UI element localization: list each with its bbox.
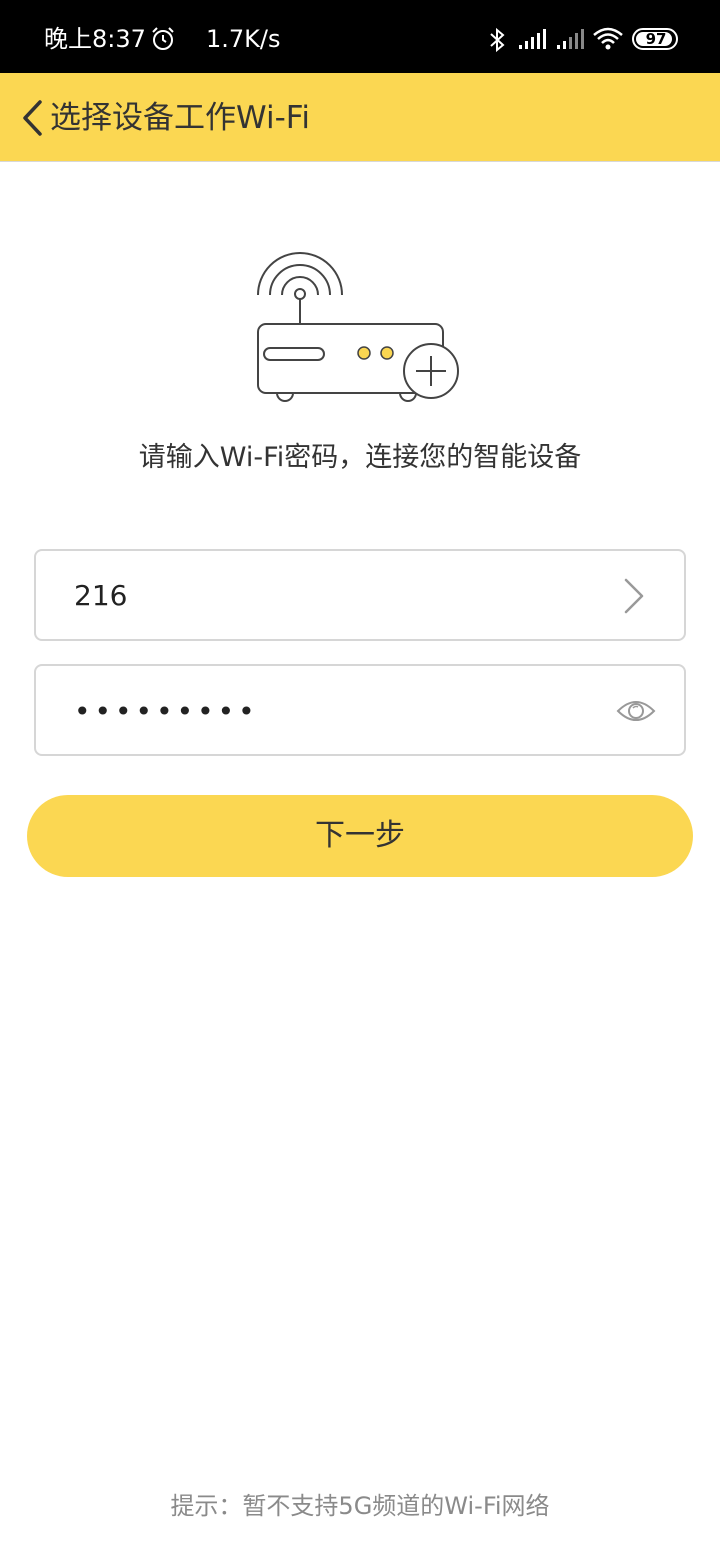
wifi-icon	[593, 27, 623, 50]
signal-icon	[519, 29, 546, 49]
app-bar: 选择设备工作Wi-Fi	[0, 73, 720, 162]
signal-icon	[557, 29, 584, 49]
battery-icon: 97	[632, 28, 678, 50]
wifi-ssid-selector[interactable]: 216	[34, 549, 686, 641]
status-bar: 晚上8:37 1.7K/s 97	[0, 0, 720, 73]
status-time: 晚上8:37	[44, 25, 146, 53]
page-title: 选择设备工作Wi-Fi	[50, 100, 310, 136]
router-icon	[257, 252, 459, 402]
bluetooth-icon	[490, 27, 505, 53]
footer-hint-text: 提示：暂不支持5G频道的Wi-Fi网络	[170, 1492, 550, 1520]
next-button[interactable]: 下一步	[27, 795, 693, 877]
alarm-icon	[152, 27, 174, 50]
connect-hint-text: 请输入Wi-Fi密码，连接您的智能设备	[138, 442, 582, 473]
battery-level-text: 97	[645, 30, 667, 48]
wifi-password-field	[34, 664, 686, 756]
eye-icon[interactable]	[616, 696, 656, 726]
wifi-ssid-value: 216	[74, 579, 128, 612]
wifi-password-input[interactable]	[74, 688, 594, 734]
chevron-right-icon	[624, 578, 644, 614]
status-net-speed: 1.7K/s	[206, 25, 281, 53]
chevron-left-icon[interactable]	[20, 99, 46, 137]
